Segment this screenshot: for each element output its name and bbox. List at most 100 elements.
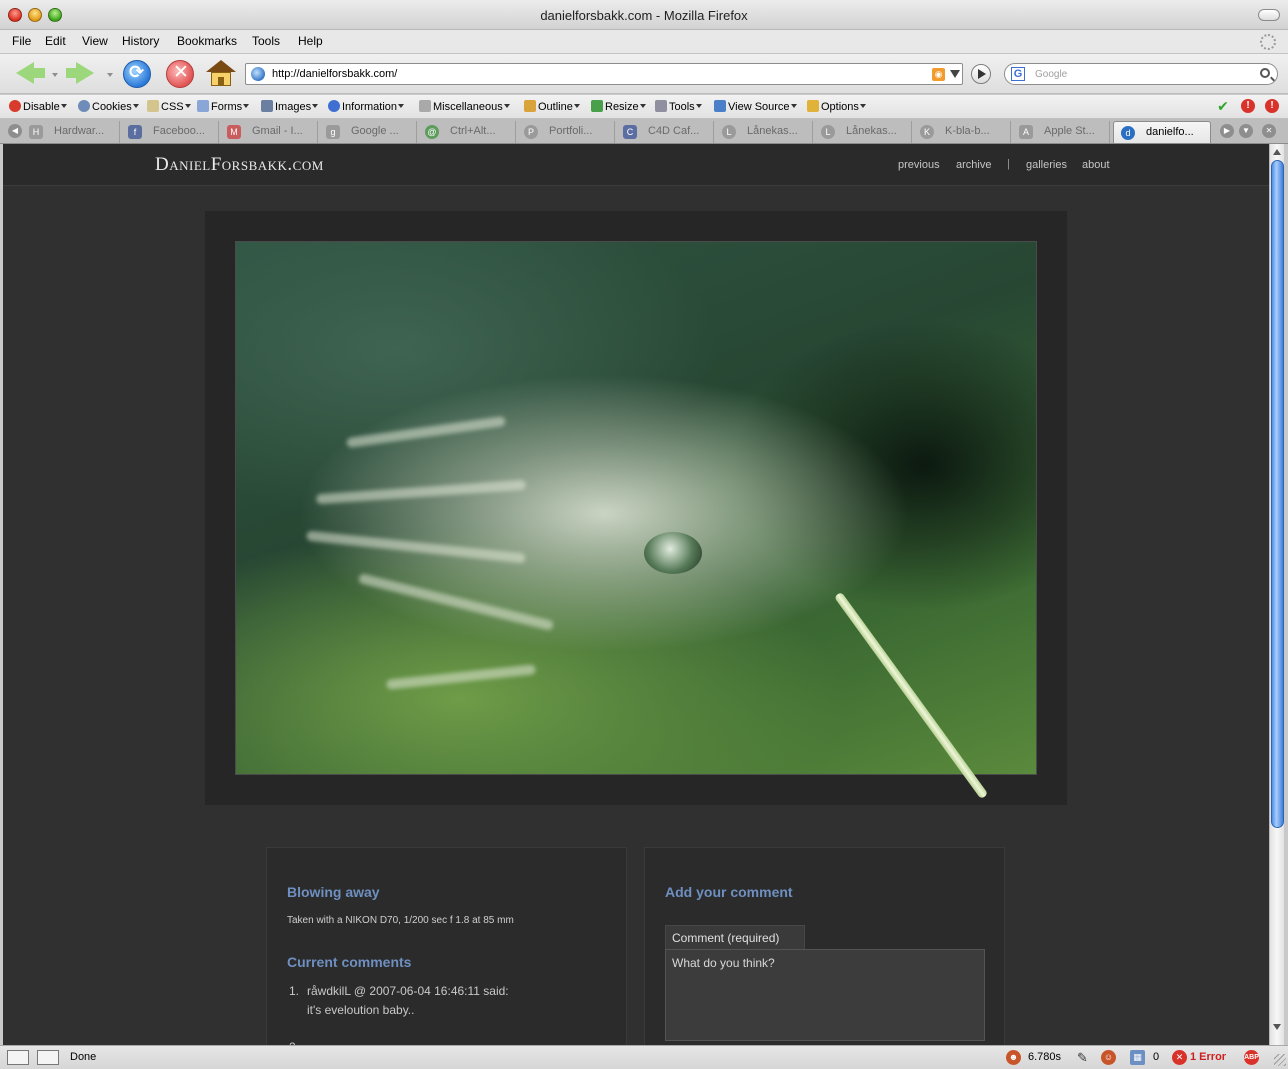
menu-help[interactable]: Help bbox=[298, 34, 323, 48]
devbar-css[interactable]: CSS bbox=[147, 100, 191, 113]
menu-tools[interactable]: Tools bbox=[252, 34, 280, 48]
gmail-icon: M bbox=[227, 125, 241, 139]
tab-lanekassen-1[interactable]: L Lånekas... bbox=[715, 121, 813, 143]
menu-edit[interactable]: Edit bbox=[45, 34, 66, 48]
edit-pencil-icon[interactable] bbox=[37, 1050, 59, 1065]
menu-view[interactable]: View bbox=[82, 34, 108, 48]
tab-scroll-right-icon[interactable]: ▶ bbox=[1220, 124, 1234, 138]
google-engine-icon[interactable]: G bbox=[1011, 67, 1025, 81]
nav-galleries-link[interactable]: galleries bbox=[1026, 159, 1067, 171]
nav-separator: | bbox=[1007, 158, 1010, 170]
toolbar-toggle-button[interactable] bbox=[1258, 9, 1280, 21]
url-bar[interactable]: http://danielforsbakk.com/ ◉ bbox=[245, 63, 963, 85]
tab-k-bla[interactable]: K K-bla-b... bbox=[913, 121, 1011, 143]
home-button[interactable] bbox=[206, 60, 236, 72]
nav-previous-link[interactable]: previous bbox=[898, 159, 940, 171]
error-count[interactable]: 1 Error bbox=[1190, 1051, 1226, 1063]
comment-textarea[interactable] bbox=[665, 949, 985, 1041]
back-arrow-icon[interactable] bbox=[16, 62, 34, 84]
comment-number: 1. bbox=[289, 984, 300, 998]
devbar-resize[interactable]: Resize bbox=[591, 100, 646, 113]
miscellaneous-icon bbox=[419, 100, 431, 112]
calendar-icon[interactable]: ▦ bbox=[1130, 1050, 1145, 1065]
menu-history[interactable]: History bbox=[122, 34, 159, 48]
devbar-information[interactable]: Information bbox=[328, 100, 405, 113]
facebook-icon: f bbox=[128, 125, 142, 139]
chevron-down-icon bbox=[243, 104, 250, 108]
devbar-images-label: Images bbox=[275, 101, 312, 113]
tab-scroll-left-icon[interactable]: ◀ bbox=[8, 124, 22, 138]
forward-arrow-icon[interactable] bbox=[76, 62, 94, 84]
search-bar[interactable]: G bbox=[1004, 63, 1278, 85]
chevron-down-icon bbox=[695, 104, 702, 108]
tab-c4d-cafe[interactable]: C C4D Caf... bbox=[616, 121, 714, 143]
tab-gmail[interactable]: M Gmail - I... bbox=[220, 121, 318, 143]
site-logo[interactable]: DanielForsbakk.com bbox=[155, 154, 324, 176]
devbar-cookies[interactable]: Cookies bbox=[78, 100, 139, 113]
search-input[interactable] bbox=[1035, 67, 1245, 82]
seed-wisp-shape bbox=[357, 572, 555, 632]
devbar-disable[interactable]: Disable bbox=[9, 100, 67, 113]
url-history-dropdown-icon[interactable] bbox=[950, 70, 960, 78]
devbar-outline[interactable]: Outline bbox=[524, 100, 580, 113]
chevron-down-icon bbox=[398, 104, 405, 108]
tab-ctrl-alt[interactable]: @ Ctrl+Alt... bbox=[418, 121, 516, 143]
devbar-images[interactable]: Images bbox=[261, 100, 319, 113]
tab-label: danielfo... bbox=[1146, 126, 1194, 138]
tab-apple-store[interactable]: A Apple St... bbox=[1012, 121, 1110, 143]
home-door-icon bbox=[218, 77, 224, 86]
chevron-down-icon bbox=[859, 104, 866, 108]
tab-close-icon[interactable]: ✕ bbox=[1262, 124, 1276, 138]
photo-title: Blowing away bbox=[287, 884, 380, 900]
nav-about-link[interactable]: about bbox=[1082, 159, 1110, 171]
js-error-icon[interactable]: ! bbox=[1265, 99, 1279, 113]
tab-list-icon[interactable]: ▼ bbox=[1239, 124, 1253, 138]
scrollbar-thumb[interactable] bbox=[1271, 160, 1284, 828]
chevron-down-icon bbox=[503, 104, 510, 108]
valid-checkmark-icon[interactable]: ✔ bbox=[1216, 99, 1230, 113]
devbar-options[interactable]: Options bbox=[807, 100, 866, 113]
tab-label: C4D Caf... bbox=[648, 125, 700, 137]
search-magnifier-icon[interactable] bbox=[1260, 68, 1270, 78]
forms-icon bbox=[197, 100, 209, 112]
devbar-tools[interactable]: Tools bbox=[655, 100, 702, 113]
k-bla-icon: K bbox=[920, 125, 934, 139]
dandelion-photo[interactable] bbox=[235, 241, 1037, 800]
keyboard-icon[interactable] bbox=[7, 1050, 29, 1065]
css-error-icon[interactable]: ! bbox=[1241, 99, 1255, 113]
adblock-icon[interactable]: ABP bbox=[1244, 1050, 1259, 1065]
scroll-up-arrow-icon[interactable] bbox=[1273, 149, 1281, 155]
devbar-view-source[interactable]: View Source bbox=[714, 100, 797, 113]
rss-feed-icon[interactable]: ◉ bbox=[932, 68, 945, 81]
tab-facebook[interactable]: f Faceboo... bbox=[121, 121, 219, 143]
comment-field-label: Comment (required) bbox=[665, 925, 805, 949]
monkey-icon[interactable]: ☺ bbox=[1101, 1050, 1116, 1065]
back-history-caret-icon[interactable] bbox=[52, 73, 58, 77]
firebug-icon[interactable]: ☻ bbox=[1006, 1050, 1021, 1065]
ctrl-alt-icon: @ bbox=[425, 125, 439, 139]
devbar-miscellaneous[interactable]: Miscellaneous bbox=[419, 100, 510, 113]
tab-bar: ◀ H Hardwar... f Faceboo... M Gmail - I... … bbox=[0, 119, 1288, 144]
edit-icon[interactable]: ✎ bbox=[1075, 1050, 1090, 1065]
seed-wisp-shape bbox=[385, 664, 537, 690]
scroll-down-arrow-icon[interactable] bbox=[1273, 1024, 1281, 1030]
menu-bookmarks[interactable]: Bookmarks bbox=[177, 34, 237, 48]
tab-google[interactable]: g Google ... bbox=[319, 121, 417, 143]
devbar-forms[interactable]: Forms bbox=[197, 100, 250, 113]
tab-danielforsbakk[interactable]: d danielfo... bbox=[1113, 121, 1211, 143]
tab-lanekassen-2[interactable]: L Lånekas... bbox=[814, 121, 912, 143]
status-bar: Done ☻ 6.780s ✎ ☺ ▦ 0 ✕ 1 Error ABP bbox=[0, 1045, 1288, 1069]
nav-archive-link[interactable]: archive bbox=[956, 159, 991, 171]
lanekassen-icon: L bbox=[821, 125, 835, 139]
forward-history-caret-icon[interactable] bbox=[107, 73, 113, 77]
back-button[interactable] bbox=[33, 68, 45, 78]
resize-grip-icon[interactable] bbox=[1274, 1054, 1286, 1066]
tab-portfolio[interactable]: P Portfoli... bbox=[517, 121, 615, 143]
error-icon[interactable]: ✕ bbox=[1172, 1050, 1187, 1065]
url-text[interactable]: http://danielforsbakk.com/ bbox=[272, 68, 397, 80]
menu-file[interactable]: File bbox=[12, 34, 31, 48]
tab-hardware[interactable]: H Hardwar... bbox=[22, 121, 120, 143]
seed-wisp-shape bbox=[346, 415, 506, 449]
disable-icon bbox=[9, 100, 21, 112]
vertical-scrollbar[interactable] bbox=[1269, 144, 1284, 1045]
